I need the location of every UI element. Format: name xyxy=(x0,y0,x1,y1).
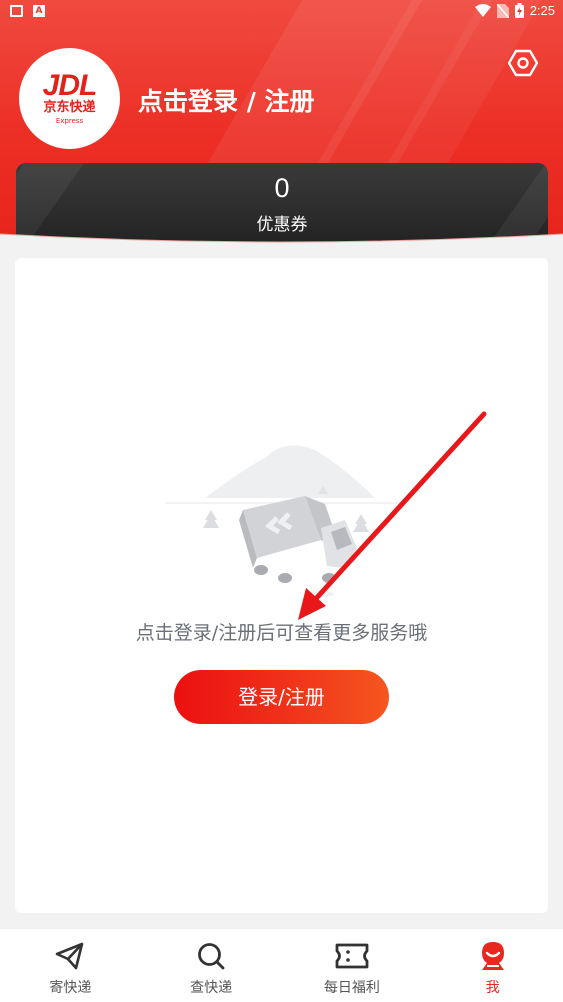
avatar-logo[interactable]: JDL 京东快递 Express xyxy=(19,48,120,149)
nav-label-me: 我 xyxy=(485,980,500,996)
login-hint-text: 点击登录/注册后可查看更多服务哦 xyxy=(135,622,428,644)
wifi-icon xyxy=(474,4,491,17)
settings-hex-icon xyxy=(508,49,538,77)
image-notification-icon xyxy=(10,5,23,17)
truck-illustration xyxy=(165,445,405,597)
nav-label-track: 查快递 xyxy=(190,980,233,996)
no-sim-icon xyxy=(496,3,509,18)
nav-label-send: 寄快递 xyxy=(49,980,92,996)
search-icon xyxy=(194,939,228,973)
status-time: 2:25 xyxy=(529,3,555,18)
login-register-title[interactable]: 点击登录 / 注册 xyxy=(138,82,315,118)
nav-me[interactable]: 我 xyxy=(422,929,563,1002)
bottom-nav: 寄快递 查快递 每日福利 我 xyxy=(0,928,563,1002)
nav-track-express[interactable]: 查快递 xyxy=(141,929,282,1002)
nav-label-benefits: 每日福利 xyxy=(323,980,380,996)
ticket-icon xyxy=(335,939,369,973)
logo-name-cn: 京东快递 xyxy=(43,99,96,115)
logo-brand: JDL xyxy=(42,68,98,102)
a-notification-icon: A xyxy=(33,5,45,17)
battery-icon xyxy=(514,3,524,18)
nav-daily-benefits[interactable]: 每日福利 xyxy=(282,929,423,1002)
settings-button[interactable] xyxy=(505,45,541,81)
coupon-label: 优惠券 xyxy=(256,215,308,235)
logo-name-en: Express xyxy=(55,116,84,125)
send-icon xyxy=(53,939,87,973)
nav-send-express[interactable]: 寄快递 xyxy=(0,929,141,1002)
coupon-count: 0 xyxy=(274,173,290,203)
profile-icon xyxy=(476,939,510,973)
content-card: 点击登录/注册后可查看更多服务哦 登录/注册 xyxy=(15,258,548,913)
status-bar: A 2:25 xyxy=(0,0,563,24)
login-register-button[interactable]: 登录/注册 xyxy=(174,670,389,724)
